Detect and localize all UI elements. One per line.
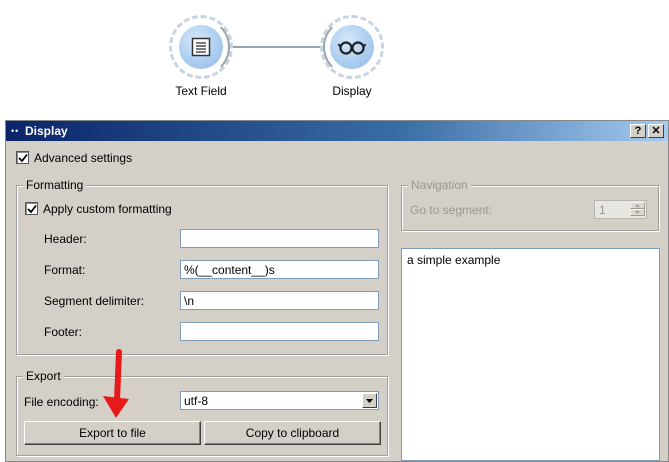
navigation-group-title: Navigation [408,178,471,192]
header-label: Header: [44,232,87,246]
output-text-area[interactable]: a simple example [401,248,660,461]
checkmark-icon [18,153,28,163]
format-input[interactable]: %(__content__)s [180,260,379,279]
red-arrow-annotation [103,349,129,418]
document-lines-icon [191,37,211,57]
title-bar[interactable]: •• Display ? ✕ [6,121,668,141]
segment-delimiter-input[interactable]: \n [180,291,379,310]
footer-input[interactable] [180,322,379,341]
export-group-title: Export [23,369,64,383]
text-field-node-label: Text Field [175,84,227,98]
copy-to-clipboard-button[interactable]: Copy to clipboard [204,421,381,445]
advanced-settings-checkbox[interactable] [16,151,29,164]
close-button[interactable]: ✕ [648,124,664,138]
spinner-buttons [630,202,645,217]
node-core [179,25,223,69]
formatting-group-title: Formatting [23,178,87,192]
checkmark-icon [27,204,37,214]
file-encoding-label: File encoding: [24,395,99,409]
help-button[interactable]: ? [630,124,646,138]
file-encoding-value: utf-8 [184,394,209,408]
display-node[interactable] [320,15,384,79]
glasses-icon [337,41,367,55]
window-title: Display [25,124,68,138]
go-to-segment-label: Go to segment: [410,203,493,217]
go-to-segment-value: 1 [599,203,606,217]
spin-down-icon [630,209,645,216]
node-link[interactable] [233,46,323,48]
spin-up-icon [630,202,645,209]
display-node-label: Display [332,84,372,98]
window-menu-icon[interactable]: •• [11,126,25,136]
footer-label: Footer: [44,325,83,339]
output-text: a simple example [407,253,501,267]
header-input[interactable] [180,229,379,248]
file-encoding-select[interactable]: utf-8 [180,391,379,410]
go-to-segment-spinner: 1 [594,200,647,219]
text-field-node[interactable] [169,15,233,79]
format-label: Format: [44,263,86,277]
apply-custom-formatting-checkbox[interactable] [25,202,38,215]
dropdown-arrow-icon[interactable] [362,393,377,408]
segment-delimiter-label: Segment delimiter: [44,294,145,308]
node-core [330,25,374,69]
advanced-settings-label: Advanced settings [34,151,133,165]
apply-custom-formatting-label: Apply custom formatting [43,202,172,216]
